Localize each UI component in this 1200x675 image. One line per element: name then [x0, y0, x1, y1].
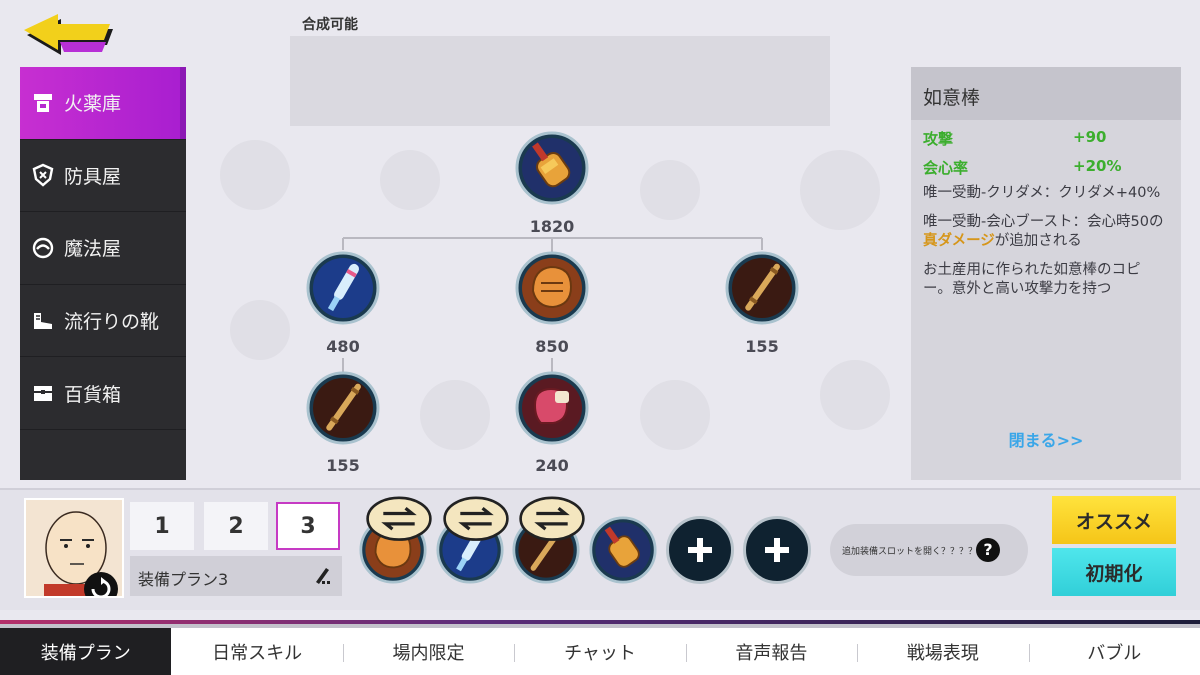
- passive-text-end: が追加される: [994, 233, 1082, 249]
- unlock-extra-slot-button[interactable]: 追加装備スロットを開く？？？？ ?: [830, 524, 1028, 576]
- tree-node-bat[interactable]: [306, 251, 380, 325]
- tree-cost-staff-2: 155: [326, 456, 360, 475]
- ruyi-staff-gauntlet-icon: [515, 131, 589, 205]
- item-title: 如意棒: [911, 67, 1181, 120]
- item-detail-panel: 如意棒 攻撃 +90 会心率 +20% 唯一受動-クリダメ：クリダメ+40% 唯…: [911, 67, 1181, 480]
- plan-button-2[interactable]: 2: [204, 502, 268, 550]
- close-detail-link[interactable]: 閉まる>>: [911, 427, 1181, 451]
- tree-node-staff-2[interactable]: [306, 371, 380, 445]
- edit-icon[interactable]: [312, 564, 334, 586]
- boxing-glove-icon: [515, 371, 589, 445]
- plus-icon: [765, 538, 789, 562]
- ruyi-staff-gauntlet-icon: [589, 516, 657, 584]
- equip-slot-4[interactable]: [589, 516, 657, 584]
- tab-voice-report[interactable]: 音声報告: [685, 628, 857, 675]
- tree-node-boxing-glove[interactable]: [515, 371, 589, 445]
- tree-node-staff[interactable]: [725, 251, 799, 325]
- tab-battle-expression[interactable]: 戦場表現: [857, 628, 1028, 675]
- help-icon[interactable]: ?: [976, 538, 1000, 562]
- tab-daily-skill[interactable]: 日常スキル: [171, 628, 342, 675]
- baseball-glove-icon: [515, 251, 589, 325]
- swap-icon[interactable]: [442, 486, 510, 554]
- stat-label: 攻撃: [923, 130, 954, 148]
- passive-text: 唯一受動-会心ブースト：会心時50の: [923, 214, 1164, 230]
- passive-crit-boost: 唯一受動-会心ブースト：会心時50の真ダメージが追加される: [911, 213, 1181, 251]
- avatar[interactable]: [24, 498, 124, 598]
- item-description: お土産用に作られた如意棒のコピー。意外と高い攻撃力を持つ: [923, 262, 1141, 297]
- bottom-tab-bar: 装備プラン 日常スキル 場内限定 チャット 音声報告 戦場表現 バブル: [0, 624, 1200, 675]
- passive-crit-damage: 唯一受動-クリダメ：クリダメ+40%: [923, 185, 1161, 201]
- equip-slot-1[interactable]: [359, 496, 432, 584]
- reset-button[interactable]: 初期化: [1052, 548, 1176, 596]
- tree-node-glove[interactable]: [515, 251, 589, 325]
- true-damage-highlight: 真ダメージ: [923, 233, 995, 249]
- tab-chat[interactable]: チャット: [514, 628, 685, 675]
- plus-icon: [688, 538, 712, 562]
- wooden-staff-icon: [306, 371, 380, 445]
- plan-name-field[interactable]: 装備プラン3: [130, 556, 342, 596]
- swap-icon[interactable]: [518, 486, 586, 554]
- tree-cost-bat: 480: [326, 337, 360, 356]
- add-slot-button-2[interactable]: [743, 516, 811, 584]
- baseball-bat-icon: [306, 251, 380, 325]
- tab-bubble[interactable]: バブル: [1028, 628, 1200, 675]
- tree-cost-boxing-glove: 240: [535, 456, 569, 475]
- unlock-extra-slot-text: 追加装備スロットを開く？？？？: [842, 547, 978, 557]
- stat-row-attack: 攻撃 +90: [911, 128, 1181, 149]
- add-slot-button-1[interactable]: [666, 516, 734, 584]
- wooden-staff-icon: [725, 251, 799, 325]
- tree-cost-root: 1820: [529, 217, 575, 236]
- tab-equipment-plan[interactable]: 装備プラン: [0, 628, 172, 675]
- tab-field-limited[interactable]: 場内限定: [342, 628, 514, 675]
- swap-icon[interactable]: [365, 486, 433, 554]
- plan-name-label: 装備プラン3: [138, 570, 229, 589]
- plan-button-1[interactable]: 1: [130, 502, 194, 550]
- stat-row-crit: 会心率 +20%: [911, 157, 1181, 178]
- equipment-plan-bar: 1 2 3 装備プラン3 追加装備スロットを開く？？？？ ? オススメ 初期化: [0, 488, 1200, 610]
- recommend-button[interactable]: オススメ: [1052, 496, 1176, 544]
- equip-slot-3[interactable]: [512, 496, 585, 584]
- stat-value: +90: [1073, 128, 1107, 146]
- tree-cost-staff: 155: [745, 337, 779, 356]
- stat-value: +20%: [1073, 157, 1122, 175]
- plan-button-3[interactable]: 3: [276, 502, 340, 550]
- refresh-icon[interactable]: [84, 572, 118, 596]
- stat-label: 会心率: [923, 159, 969, 177]
- tree-cost-glove: 850: [535, 337, 569, 356]
- tree-node-root[interactable]: [515, 131, 589, 205]
- equip-slot-2[interactable]: [436, 496, 509, 584]
